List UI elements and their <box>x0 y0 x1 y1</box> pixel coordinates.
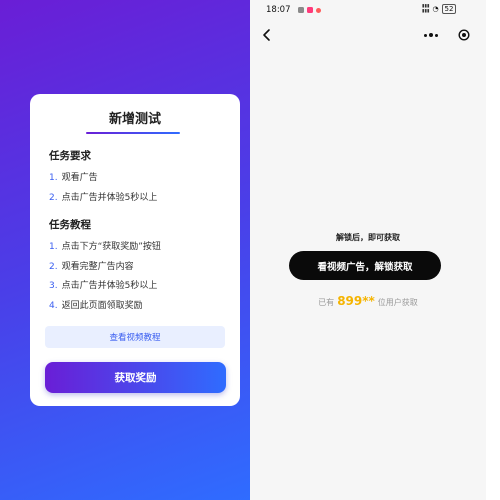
network-speed-icon: ▮▮▮ ▮▮▮ <box>422 4 430 14</box>
left-panel: 新增测试 任务要求 1. 观看广告 2. 点击广告并体验5秒以上 任务教程 1. 点击… <box>0 0 250 500</box>
status-right: ▮▮▮ ▮▮▮ ◔ 52 <box>422 4 457 14</box>
app-notification-icon <box>298 7 304 13</box>
claim-reward-button[interactable]: 获取奖励 <box>45 362 226 393</box>
target-icon[interactable] <box>458 29 470 41</box>
tutorial-heading: 任务教程 <box>49 219 91 231</box>
task-card: 新增测试 任务要求 1. 观看广告 2. 点击广告并体验5秒以上 任务教程 1. 点击… <box>30 94 240 406</box>
status-time: 18:07 <box>266 5 291 15</box>
app-notification-icon <box>316 7 321 13</box>
tutorial-item: 2. 观看完整广告内容 <box>49 262 134 272</box>
more-icon[interactable] <box>424 33 438 37</box>
wifi-icon: ◔ <box>432 5 439 13</box>
right-panel: 18:07 ▮▮▮ ▮▮▮ ◔ 52 解锁后，即可获取 看视频广告，解锁获取 已有… <box>250 0 486 500</box>
tutorial-item: 4. 返回此页面领取奖励 <box>49 301 143 311</box>
unlock-tip: 解锁后，即可获取 <box>336 233 400 242</box>
battery-indicator: 52 <box>441 4 457 14</box>
status-app-icons <box>298 7 321 13</box>
app-notification-icon <box>307 7 313 13</box>
watch-ad-button[interactable]: 看视频广告，解锁获取 <box>289 251 441 280</box>
tutorial-item: 1. 点击下方“获取奖励”按钮 <box>49 242 161 252</box>
right-edge <box>486 0 500 500</box>
user-count: 899** <box>337 294 375 308</box>
requirements-heading: 任务要求 <box>49 150 91 162</box>
back-icon[interactable] <box>260 28 274 42</box>
title-underline <box>86 132 180 134</box>
card-title: 新增测试 <box>108 112 161 127</box>
requirement-item: 1. 观看广告 <box>49 173 98 183</box>
claim-stats: 已有 899** 位用户获取 <box>318 294 418 308</box>
video-tutorial-button[interactable]: 查看视频教程 <box>45 326 225 348</box>
tutorial-item: 3. 点击广告并体验5秒以上 <box>49 281 158 291</box>
requirement-item: 2. 点击广告并体验5秒以上 <box>49 193 158 203</box>
miniprogram-capsule <box>420 26 474 44</box>
